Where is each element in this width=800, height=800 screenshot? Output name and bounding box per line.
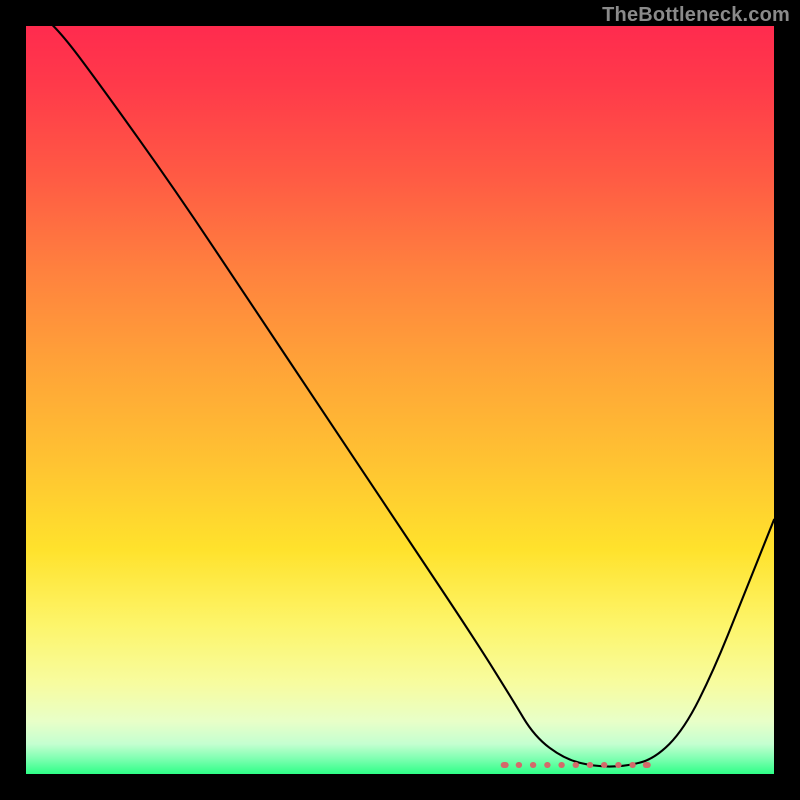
flat-marker xyxy=(587,762,593,768)
chart-frame: TheBottleneck.com xyxy=(0,0,800,800)
plot-area xyxy=(26,26,774,774)
bottleneck-curve xyxy=(26,26,774,767)
flat-marker xyxy=(516,762,522,768)
flat-marker xyxy=(501,762,509,768)
watermark-text: TheBottleneck.com xyxy=(602,4,790,27)
flat-marker xyxy=(601,762,607,768)
flat-marker xyxy=(629,762,635,768)
flat-marker xyxy=(530,762,536,768)
flat-marker xyxy=(558,762,564,768)
flat-marker xyxy=(643,762,651,768)
flat-marker xyxy=(615,762,621,768)
curve-layer xyxy=(26,26,774,774)
flat-marker xyxy=(573,762,579,768)
flat-marker xyxy=(544,762,550,768)
